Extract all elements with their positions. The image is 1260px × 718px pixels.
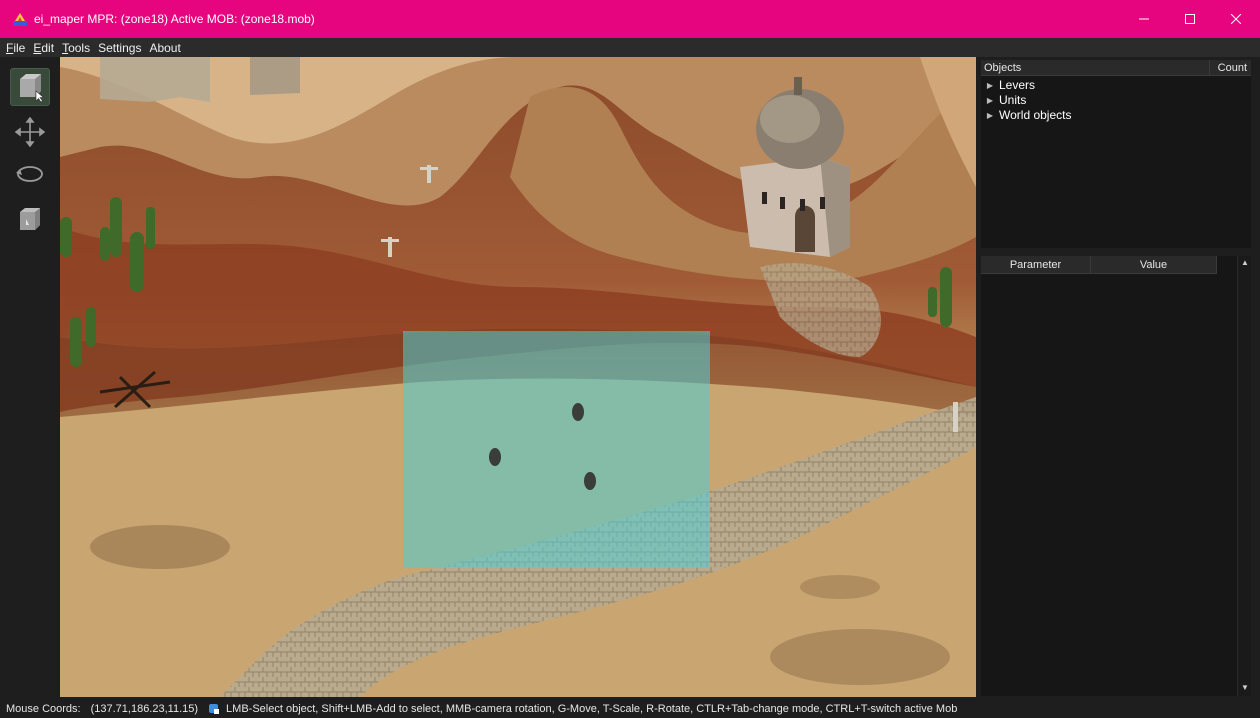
tree-item-label: World objects [999, 108, 1072, 122]
close-button[interactable] [1213, 0, 1259, 38]
minimize-icon [1139, 18, 1149, 20]
scroll-up-icon[interactable]: ▲ [1238, 257, 1252, 269]
tool-palette [0, 57, 60, 697]
maximize-button[interactable] [1167, 0, 1213, 38]
tree-item-units[interactable]: ▶ Units [981, 93, 1026, 108]
mouse-coords-label: Mouse Coords: [6, 703, 81, 715]
menu-tools[interactable]: Tools [60, 41, 96, 55]
menu-edit-label: dit [41, 40, 55, 55]
menu-file[interactable]: File [4, 41, 31, 55]
menu-settings-label: Settings [98, 40, 142, 55]
expand-arrow-icon[interactable]: ▶ [981, 78, 999, 93]
map-viewport[interactable] [60, 57, 976, 697]
cube-scale-icon [20, 208, 40, 230]
objects-panel: Objects Count ▶ Levers ▶ Units ▶ World obje… [981, 60, 1251, 248]
move-arrows-icon [15, 117, 45, 147]
selection-rectangle [403, 331, 710, 568]
expand-arrow-icon[interactable]: ▶ [981, 108, 999, 123]
scale-tool-button[interactable] [10, 201, 50, 239]
tree-item-levers[interactable]: ▶ Levers [981, 78, 1035, 93]
expand-arrow-icon[interactable]: ▶ [981, 93, 999, 108]
parameters-scrollbar[interactable]: ▲ ▼ [1237, 256, 1251, 696]
title-bar[interactable]: ei_maper MPR: (zone18) Active MOB: (zone… [0, 0, 1260, 38]
menu-bar: File Edit Tools Settings About [0, 38, 1260, 57]
scroll-down-icon[interactable]: ▼ [1238, 682, 1252, 694]
terrain-scene [60, 57, 976, 697]
count-column-header[interactable]: Count [1210, 60, 1251, 76]
menu-tools-label: ools [68, 40, 91, 55]
mouse-coords-value: (137.71,186.23,11.15) [90, 703, 199, 715]
controls-hint: LMB-Select object, Shift+LMB-Add to sele… [226, 703, 958, 715]
rotate-icon [16, 166, 43, 182]
move-tool-button[interactable] [10, 113, 50, 151]
cube-select-icon [20, 74, 45, 103]
menu-about-label: About [149, 40, 181, 55]
tree-item-label: Levers [999, 78, 1036, 92]
parameters-panel: Parameter Value ▲ ▼ [981, 256, 1251, 696]
objects-column-header[interactable]: Objects [981, 60, 1210, 76]
menu-settings[interactable]: Settings [96, 41, 147, 55]
tree-item-label: Units [999, 93, 1027, 107]
tree-item-world-objects[interactable]: ▶ World objects [981, 108, 1072, 123]
menu-edit[interactable]: Edit [31, 41, 60, 55]
app-icon [13, 13, 27, 26]
menu-about[interactable]: About [147, 41, 186, 55]
parameter-column-header[interactable]: Parameter [981, 256, 1091, 274]
value-column-header[interactable]: Value [1091, 256, 1217, 274]
rotate-tool-button[interactable] [10, 155, 50, 193]
select-tool-button[interactable] [10, 68, 50, 106]
mouse-hint-icon [209, 704, 220, 714]
status-bar: Mouse Coords: (137.71,186.23,11.15) LMB-… [0, 700, 1260, 718]
minimize-button[interactable] [1121, 0, 1167, 38]
close-icon [1231, 14, 1241, 24]
maximize-icon [1185, 14, 1195, 24]
menu-file-label: ile [13, 40, 26, 55]
window-title: ei_maper MPR: (zone18) Active MOB: (zone… [34, 12, 315, 26]
